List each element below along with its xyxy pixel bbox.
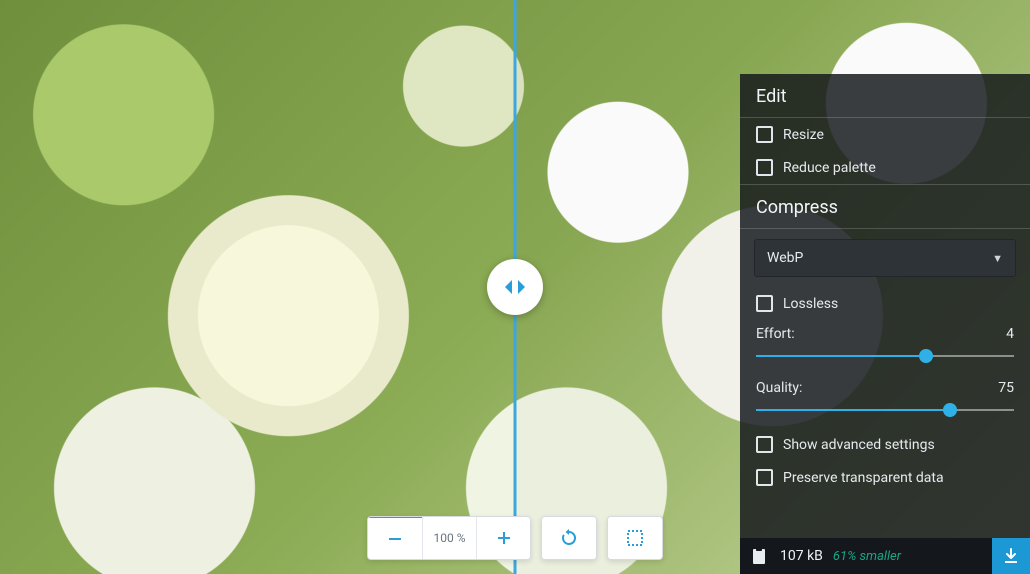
- compress-section-title: Compress: [740, 184, 1030, 229]
- reduce-palette-label: Reduce palette: [783, 160, 1014, 176]
- advanced-label: Show advanced settings: [783, 437, 1014, 453]
- clipboard-icon: [751, 547, 767, 565]
- edit-section-title: Edit: [740, 74, 1030, 118]
- output-delta: 61% smaller: [833, 549, 901, 564]
- settings-panel: Edit Resize Reduce palette Compress WebP…: [740, 74, 1030, 574]
- quality-slider[interactable]: [756, 402, 1014, 418]
- slider-thumb[interactable]: [919, 349, 933, 363]
- background-toggle-button[interactable]: [608, 517, 662, 559]
- effort-slider[interactable]: [756, 348, 1014, 364]
- copy-button[interactable]: [740, 538, 778, 574]
- slider-fill: [756, 409, 950, 411]
- preserve-transparent-row[interactable]: Preserve transparent data: [740, 461, 1030, 494]
- preserve-transparent-checkbox[interactable]: [756, 469, 773, 486]
- lossless-label: Lossless: [783, 296, 1014, 312]
- zoom-out-button[interactable]: [368, 516, 422, 559]
- caret-left-icon: [502, 278, 514, 296]
- resize-checkbox[interactable]: [756, 126, 773, 143]
- advanced-checkbox[interactable]: [756, 436, 773, 453]
- effort-value: 4: [1006, 326, 1014, 342]
- effort-slider-block: Effort: 4: [740, 320, 1030, 374]
- effort-label: Effort:: [756, 326, 795, 342]
- lossless-row[interactable]: Lossless: [740, 287, 1030, 320]
- quality-label: Quality:: [756, 380, 802, 396]
- zoom-toolbar: 100 %: [367, 516, 663, 560]
- background-icon: [626, 529, 644, 547]
- compare-viewport: 100 % Edit Resize Reduce palet: [0, 0, 1030, 574]
- slider-thumb[interactable]: [943, 403, 957, 417]
- minus-icon: [387, 531, 403, 547]
- quality-slider-block: Quality: 75: [740, 374, 1030, 428]
- reduce-palette-checkbox[interactable]: [756, 159, 773, 176]
- caret-right-icon: [516, 278, 528, 296]
- reduce-palette-row[interactable]: Reduce palette: [740, 151, 1030, 184]
- panel-footer: 107 kB 61% smaller: [740, 538, 1030, 574]
- flip-group: [607, 516, 663, 560]
- quality-value: 75: [998, 380, 1014, 396]
- format-selected-value: WebP: [767, 250, 803, 266]
- zoom-group: 100 %: [367, 516, 531, 560]
- download-button[interactable]: [992, 538, 1030, 574]
- download-icon: [1002, 547, 1020, 565]
- lossless-checkbox[interactable]: [756, 295, 773, 312]
- zoom-in-button[interactable]: [476, 517, 530, 559]
- rotate-icon: [560, 529, 578, 547]
- chevron-down-icon: ▼: [992, 252, 1003, 265]
- preserve-transparent-label: Preserve transparent data: [783, 470, 1014, 486]
- resize-label: Resize: [783, 127, 1014, 143]
- resize-row[interactable]: Resize: [740, 118, 1030, 151]
- advanced-row[interactable]: Show advanced settings: [740, 428, 1030, 461]
- plus-icon: [496, 530, 512, 546]
- format-select[interactable]: WebP ▼: [754, 239, 1016, 277]
- rotate-group: [541, 516, 597, 560]
- output-size: 107 kB: [780, 548, 823, 564]
- rotate-button[interactable]: [542, 517, 596, 559]
- zoom-level: 100 %: [422, 517, 476, 559]
- slider-fill: [756, 355, 926, 357]
- settings-scroll[interactable]: Edit Resize Reduce palette Compress WebP…: [740, 74, 1030, 538]
- compare-handle[interactable]: [487, 259, 543, 315]
